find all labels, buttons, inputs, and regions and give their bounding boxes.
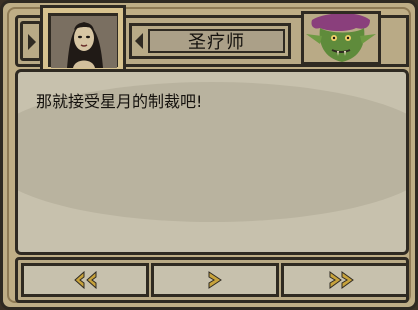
dialogue-nav-bar	[15, 257, 409, 303]
speaker-portrait	[48, 13, 118, 68]
next-page-button[interactable]	[151, 263, 279, 297]
woman-portrait-icon	[51, 16, 117, 68]
header-right-cap	[384, 15, 409, 67]
speaker-name-bar: 圣疗师	[129, 23, 291, 59]
skip-button[interactable]	[281, 263, 409, 297]
target-portrait	[304, 14, 378, 62]
target-portrait-frame	[301, 11, 381, 65]
previous-page-button[interactable]	[21, 263, 149, 297]
play-icon	[208, 271, 222, 289]
speaker-portrait-frame	[40, 5, 126, 75]
speaker-name-panel: 圣疗师	[148, 29, 285, 53]
dialogue-text: 那就接受星月的制裁吧!	[36, 92, 203, 111]
rewind-icon	[74, 271, 97, 289]
chevron-left-icon	[135, 33, 143, 49]
speaker-name: 圣疗师	[188, 32, 245, 53]
previous-speaker-button[interactable]	[20, 21, 42, 61]
dialogue-box: 那就接受星月的制裁吧!	[15, 69, 409, 255]
goblin-portrait-icon	[304, 14, 378, 62]
play-icon	[28, 34, 36, 50]
dialogue-window: 圣疗师 那就接受星月的制裁吧!	[0, 0, 418, 310]
fast-forward-icon	[329, 271, 354, 289]
